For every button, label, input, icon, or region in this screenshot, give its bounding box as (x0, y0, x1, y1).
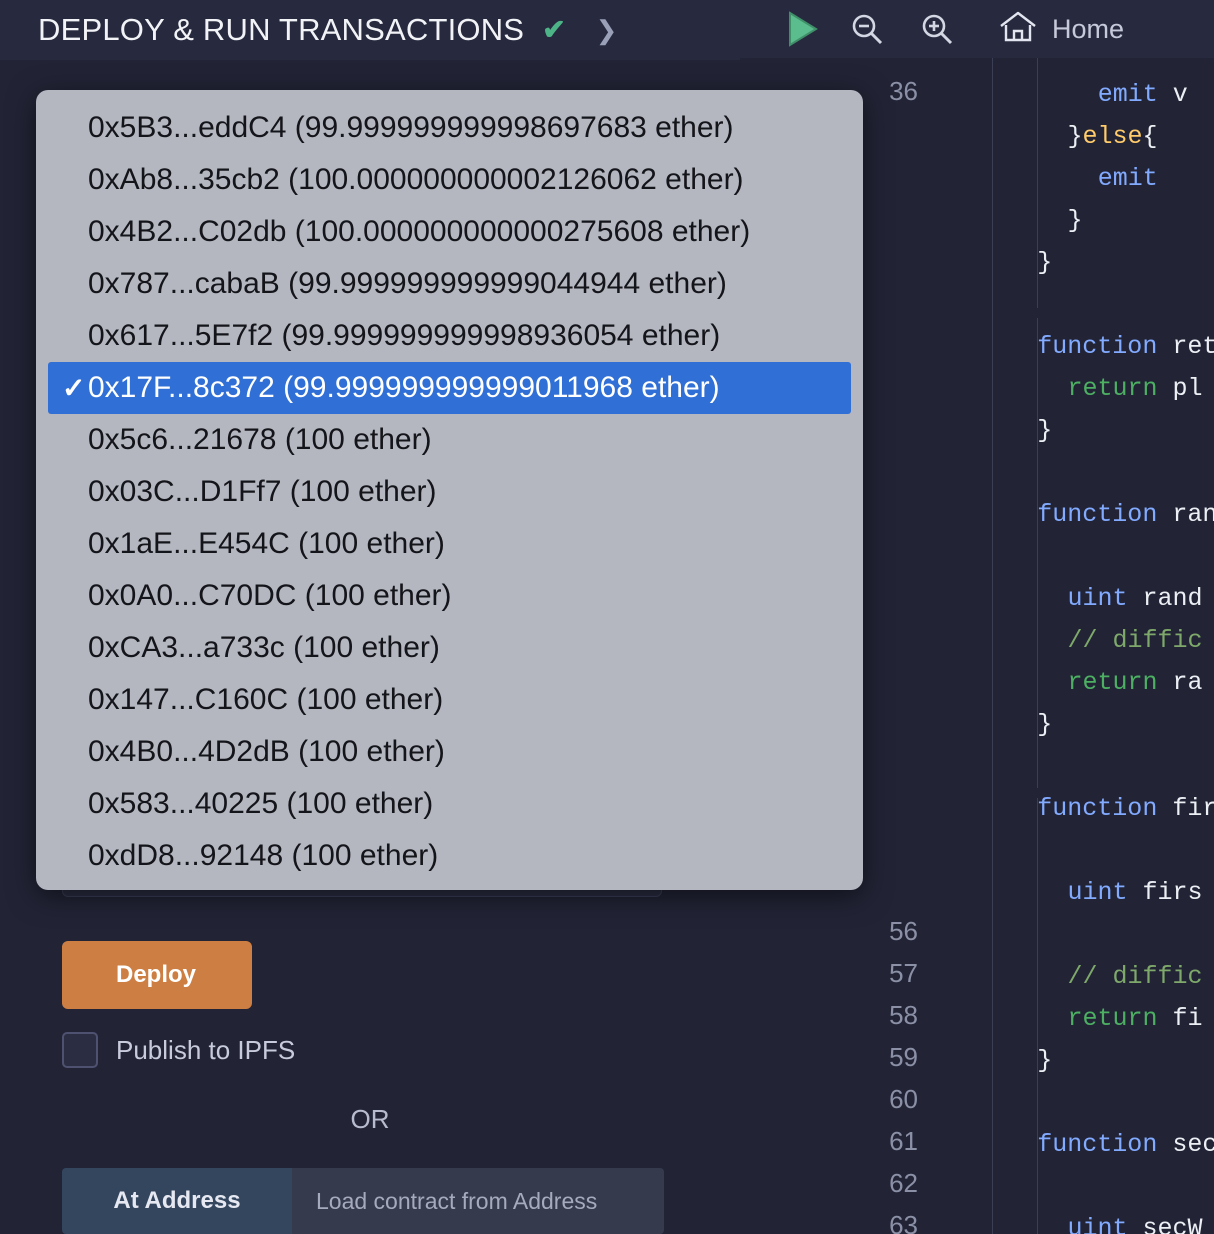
zoom-in-icon[interactable] (902, 7, 972, 51)
account-option-label: 0xCA3...a733c (100 ether) (88, 631, 440, 664)
at-address-row: At Address (62, 1168, 664, 1234)
code-token: pl (1172, 374, 1203, 403)
code-token: function (1037, 332, 1173, 361)
code-token: return (1067, 1004, 1173, 1033)
publish-ipfs-label: Publish to IPFS (116, 1034, 296, 1065)
code-token: return (1067, 668, 1173, 697)
code-token: } (1067, 206, 1083, 235)
publish-ipfs-checkbox[interactable] (62, 1032, 98, 1068)
account-option-label: 0xAb8...35cb2 (100.000000000002126062 et… (88, 163, 744, 196)
app-root: DEPLOY & RUN TRANSACTIONS ✔ ❯ Deploy Pub… (0, 0, 1214, 1234)
code-line: return fi (740, 998, 1214, 1040)
account-option-label: 0xdD8...92148 (100 ether) (88, 839, 439, 872)
code-token: // diffic (1067, 626, 1203, 655)
home-button[interactable]: Home (998, 10, 1124, 49)
chevron-right-icon[interactable]: ❯ (596, 17, 618, 43)
code-token: rand (1142, 584, 1203, 613)
play-icon[interactable] (774, 7, 832, 51)
account-dropdown-list[interactable]: 0x5B3...eddC4 (99.999999999998697683 eth… (36, 90, 863, 890)
account-option[interactable]: 0x5B3...eddC4 (99.999999999998697683 eth… (36, 102, 863, 154)
account-option-label: 0x0A0...C70DC (100 ether) (88, 579, 452, 612)
code-token: emit (1097, 164, 1158, 193)
zoom-out-icon[interactable] (832, 7, 902, 51)
code-token: secW (1142, 1214, 1203, 1234)
account-option-label: 0x4B2...C02db (100.000000000000275608 et… (88, 215, 751, 248)
line-number: 62 (889, 1168, 918, 1198)
account-option-label: 0x17F...8c372 (99.999999999999011968 eth… (88, 371, 720, 404)
code-line: // diffic (740, 956, 1214, 998)
account-option[interactable]: 0x617...5E7f2 (99.999999999998936054 eth… (36, 310, 863, 362)
account-option[interactable]: ✓ 0x17F...8c372 (99.999999999999011968 et… (48, 362, 851, 414)
account-option[interactable]: 0x0A0...C70DC (100 ether) (36, 570, 863, 622)
code-token: uint (1067, 584, 1143, 613)
publish-ipfs-row[interactable]: Publish to IPFS (62, 1032, 295, 1068)
code-token: } (1037, 416, 1053, 445)
account-option[interactable]: 0x03C...D1Ff7 (100 ether) (36, 466, 863, 518)
at-address-button[interactable]: At Address (62, 1168, 292, 1234)
page-title: DEPLOY & RUN TRANSACTIONS (38, 12, 525, 47)
account-option[interactable]: 0xAb8...35cb2 (100.000000000002126062 et… (36, 154, 863, 206)
at-address-input[interactable] (292, 1168, 664, 1234)
code-token: function (1037, 1130, 1173, 1159)
editor-toolbar: Home (740, 0, 1214, 58)
code-token: seco (1172, 1130, 1214, 1159)
account-option-label: 0x1aE...E454C (100 ether) (88, 527, 445, 560)
code-token: else (1082, 122, 1143, 151)
code-token: retu (1172, 332, 1214, 361)
code-line: } (740, 1040, 1214, 1082)
code-token: ra (1172, 668, 1203, 697)
or-separator-label: OR (350, 1104, 390, 1134)
account-option[interactable]: 0x1aE...E454C (100 ether) (36, 518, 863, 570)
code-token: function (1037, 794, 1173, 823)
account-option-label: 0x787...cabaB (99.999999999999044944 eth… (88, 267, 727, 300)
home-icon (998, 10, 1038, 49)
home-label: Home (1052, 13, 1125, 44)
code-token: { (1142, 122, 1158, 151)
account-option-label: 0x583...40225 (100 ether) (88, 787, 434, 820)
line-number: 56 (889, 916, 918, 946)
code-line: uint secW (740, 1208, 1214, 1234)
check-icon: ✔ (542, 14, 566, 45)
account-option-label: 0x5B3...eddC4 (99.999999999998697683 eth… (88, 111, 734, 144)
account-option[interactable]: 0x147...C160C (100 ether) (36, 674, 863, 726)
code-token: firs (1142, 878, 1203, 907)
code-token: } (1037, 1046, 1053, 1075)
code-token: } (1037, 710, 1053, 739)
code-token: emit (1097, 80, 1173, 109)
check-icon: ✓ (62, 372, 86, 404)
deploy-button[interactable]: Deploy (62, 941, 252, 1009)
code-token: function (1037, 500, 1173, 529)
panel-header: DEPLOY & RUN TRANSACTIONS ✔ ❯ (0, 0, 740, 60)
account-option-label: 0x5c6...21678 (100 ether) (88, 423, 432, 456)
code-token: } (1067, 122, 1083, 151)
account-option-label: 0x617...5E7f2 (99.999999999998936054 eth… (88, 319, 721, 352)
account-option[interactable]: 0x4B0...4D2dB (100 ether) (36, 726, 863, 778)
code-token: rand (1172, 500, 1214, 529)
account-option-label: 0x03C...D1Ff7 (100 ether) (88, 475, 437, 508)
code-token: v (1172, 80, 1188, 109)
account-option[interactable]: 0x4B2...C02db (100.000000000000275608 et… (36, 206, 863, 258)
code-line: function seco (740, 1124, 1214, 1166)
account-option[interactable]: 0x5c6...21678 (100 ether) (36, 414, 863, 466)
code-token: fi (1172, 1004, 1203, 1033)
account-option[interactable]: 0xCA3...a733c (100 ether) (36, 622, 863, 674)
code-token: firs (1172, 794, 1214, 823)
code-token: } (1037, 248, 1053, 277)
code-token: uint (1067, 878, 1143, 907)
code-token: uint (1067, 1214, 1143, 1234)
code-token: return (1067, 374, 1173, 403)
account-option-label: 0x4B0...4D2dB (100 ether) (88, 735, 445, 768)
account-option[interactable]: 0x787...cabaB (99.999999999999044944 eth… (36, 258, 863, 310)
account-option-label: 0x147...C160C (100 ether) (88, 683, 444, 716)
account-option[interactable]: 0x583...40225 (100 ether) (36, 778, 863, 830)
line-number: 60 (889, 1084, 918, 1114)
code-token: // diffic (1067, 962, 1203, 991)
account-option[interactable]: 0xdD8...92148 (100 ether) (36, 830, 863, 882)
